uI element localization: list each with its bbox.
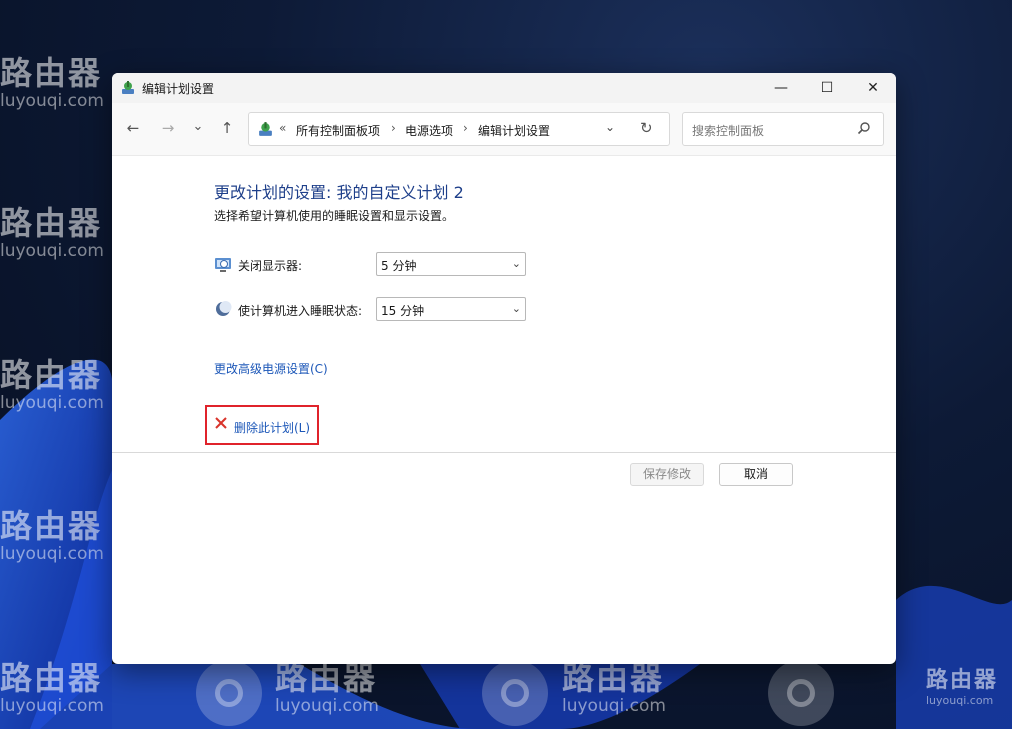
window-title: 编辑计划设置 xyxy=(142,82,215,96)
turn-off-display-value: 5 分钟 xyxy=(381,259,417,273)
control-panel-icon xyxy=(259,122,272,136)
advanced-power-settings-link[interactable]: 更改高级电源设置(C) xyxy=(214,360,328,377)
breadcrumb-separator: › xyxy=(391,121,396,135)
page-title: 更改计划的设置: 我的自定义计划 2 xyxy=(214,183,464,202)
moon-icon xyxy=(216,301,232,316)
refresh-button[interactable]: ↻ xyxy=(640,119,653,137)
breadcrumb-edit-plan-settings[interactable]: 编辑计划设置 xyxy=(478,122,550,139)
edit-plan-settings-window: 编辑计划设置 — ☐ ✕ ← → ⌄ ↑ « 所有控制面板项 › 电源选项 › … xyxy=(112,73,896,664)
watermark-logo-icon xyxy=(768,660,834,726)
breadcrumb-all-control-panel-items[interactable]: 所有控制面板项 xyxy=(296,122,380,139)
close-button[interactable]: ✕ xyxy=(850,73,896,103)
cancel-button[interactable]: 取消 xyxy=(719,463,793,486)
chevron-down-icon: ⌄ xyxy=(511,302,521,315)
turn-off-display-select[interactable]: 5 分钟 ⌄ xyxy=(376,252,526,276)
monitor-icon xyxy=(215,258,231,272)
recent-locations-button[interactable]: ⌄ xyxy=(187,119,209,134)
search-placeholder: 搜索控制面板 xyxy=(692,124,765,138)
address-bar[interactable]: « 所有控制面板项 › 电源选项 › 编辑计划设置 ⌄ ↻ xyxy=(248,112,670,146)
search-box[interactable]: 搜索控制面板 xyxy=(682,112,884,146)
address-dropdown-button[interactable]: ⌄ xyxy=(605,120,615,134)
page-description: 选择希望计算机使用的睡眠设置和显示设置。 xyxy=(214,209,455,223)
navigation-bar: ← → ⌄ ↑ « 所有控制面板项 › 电源选项 › 编辑计划设置 ⌄ ↻ 搜索… xyxy=(112,103,896,156)
turn-off-display-label: 关闭显示器: xyxy=(238,259,303,273)
minimize-button[interactable]: — xyxy=(758,73,804,103)
back-button[interactable]: ← xyxy=(122,119,144,137)
title-bar[interactable]: 编辑计划设置 — ☐ ✕ xyxy=(112,73,896,103)
put-computer-to-sleep-label: 使计算机进入睡眠状态: xyxy=(238,304,363,318)
breadcrumb-overflow[interactable]: « xyxy=(279,121,286,135)
delete-x-icon xyxy=(215,417,227,429)
breadcrumb-power-options[interactable]: 电源选项 xyxy=(405,122,453,139)
forward-button[interactable]: → xyxy=(157,119,179,137)
watermark-logo-icon xyxy=(196,660,262,726)
maximize-button[interactable]: ☐ xyxy=(804,73,850,103)
delete-plan-link[interactable]: 删除此计划(L) xyxy=(234,419,310,436)
chevron-down-icon: ⌄ xyxy=(511,257,521,270)
put-computer-to-sleep-select[interactable]: 15 分钟 ⌄ xyxy=(376,297,526,321)
power-options-icon xyxy=(122,81,134,94)
save-changes-button[interactable]: 保存修改 xyxy=(630,463,704,486)
breadcrumb-separator: › xyxy=(463,121,468,135)
divider xyxy=(112,452,896,453)
search-icon[interactable] xyxy=(857,121,871,135)
watermark-logo-icon xyxy=(482,660,548,726)
put-computer-to-sleep-value: 15 分钟 xyxy=(381,304,425,318)
up-button[interactable]: ↑ xyxy=(216,119,238,137)
